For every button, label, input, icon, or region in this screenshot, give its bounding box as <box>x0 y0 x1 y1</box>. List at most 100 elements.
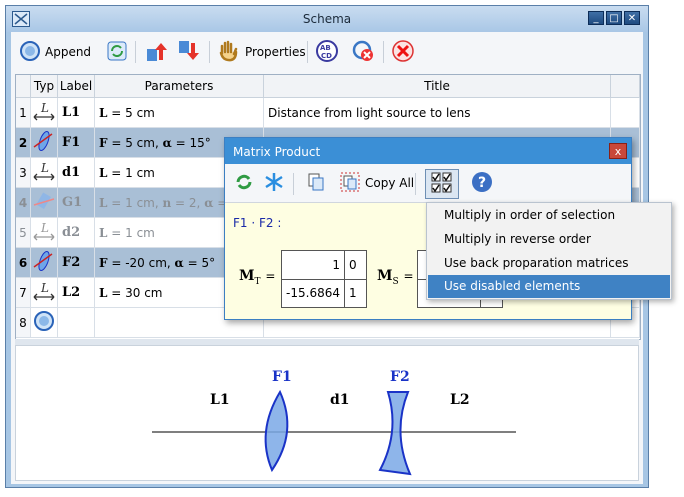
append-button[interactable]: Append <box>19 40 91 64</box>
ms-label: MS = <box>377 268 414 287</box>
row-title: Distance from light source to lens <box>263 97 611 128</box>
copy-icon <box>305 171 327 196</box>
mt-cell-12: 0 <box>349 258 357 272</box>
menu-item-back-propagation[interactable]: Use back proparation matrices <box>428 252 670 275</box>
header-typ[interactable]: Typ <box>30 75 58 98</box>
delete-icon <box>391 39 415 66</box>
row-label: L2 <box>57 277 95 308</box>
snowflake-icon <box>263 171 285 196</box>
row-label: d1 <box>57 157 95 188</box>
refresh-icon <box>233 171 255 196</box>
row-number: 4 <box>16 187 31 218</box>
optical-diagram[interactable]: L1 F1 d1 F2 L2 <box>15 345 639 481</box>
diagram-label-f1: F1 <box>272 369 292 385</box>
copy-all-button[interactable]: Copy All <box>339 171 414 195</box>
mt-cell-21: -15.6864 <box>286 286 340 300</box>
row-number: 5 <box>16 217 31 248</box>
copy-button[interactable] <box>305 171 327 195</box>
reset-button[interactable] <box>351 40 375 64</box>
header-parameters[interactable]: Parameters <box>94 75 264 98</box>
diagram-label-d1: d1 <box>330 392 350 408</box>
row-number: 7 <box>16 277 31 308</box>
row-label: G1 <box>57 187 95 218</box>
row-label <box>57 307 95 338</box>
distance-icon: L <box>30 217 58 248</box>
delete-button[interactable] <box>391 39 415 66</box>
diagram-label-f2: F2 <box>390 369 410 385</box>
mt-cell-11: 1 <box>332 258 340 272</box>
dialog-toolbar: Copy All ? <box>225 164 631 203</box>
svg-text:L: L <box>40 221 49 235</box>
mt-matrix: 1 0 -15.6864 1 <box>281 250 367 308</box>
table-row[interactable]: 1 L L1 L = 5 cm Distance from light sour… <box>16 97 640 128</box>
refresh-icon <box>105 39 129 66</box>
diagram-label-l2: L2 <box>450 392 470 408</box>
svg-text:L: L <box>40 281 49 295</box>
properties-label: Properties <box>245 45 306 59</box>
svg-text:CD: CD <box>321 52 332 60</box>
window-title: Schema <box>302 12 352 26</box>
options-dropdown-menu: Multiply in order of selection Multiply … <box>426 202 672 300</box>
dialog-title: Matrix Product <box>233 145 321 159</box>
svg-text:L: L <box>40 161 49 175</box>
help-icon: ? <box>471 171 493 196</box>
abc-icon: AB CD <box>315 39 339 66</box>
header-label[interactable]: Label <box>57 75 95 98</box>
diagram-label-l1: L1 <box>210 392 230 408</box>
distance-icon: L <box>30 277 58 308</box>
row-number: 2 <box>16 127 31 158</box>
diverging-lens-shape <box>378 391 412 476</box>
refresh-button[interactable] <box>105 40 129 64</box>
move-up-icon <box>145 39 169 66</box>
minimize-button[interactable]: _ <box>588 11 604 25</box>
row-number: 8 <box>16 307 31 338</box>
glass-icon <box>30 187 58 218</box>
move-up-button[interactable] <box>145 40 169 64</box>
dialog-title-bar[interactable]: Matrix Product x <box>225 138 631 164</box>
distance-icon: L <box>30 97 58 128</box>
help-button[interactable]: ? <box>471 171 493 195</box>
menu-item-reverse-order[interactable]: Multiply in reverse order <box>428 228 670 251</box>
properties-button[interactable]: Properties <box>217 40 306 64</box>
row-number: 6 <box>16 247 31 278</box>
row-label: d2 <box>57 217 95 248</box>
optical-axis-drawing <box>152 389 516 476</box>
table-header: Typ Label Parameters Title <box>16 75 640 98</box>
row-number: 1 <box>16 97 31 128</box>
lens-icon <box>30 127 58 158</box>
close-button[interactable]: ✕ <box>624 11 640 25</box>
hand-icon <box>217 39 241 66</box>
dialog-refresh-button[interactable] <box>233 171 255 195</box>
row-parameters: L = 5 cm <box>94 97 264 128</box>
move-down-button[interactable] <box>177 40 201 64</box>
rename-labels-button[interactable]: AB CD <box>315 39 339 66</box>
header-title[interactable]: Title <box>263 75 611 98</box>
mt-label: MT = <box>239 268 276 287</box>
append-icon <box>19 40 41 65</box>
copy-all-label: Copy All <box>365 176 415 190</box>
converging-lens-shape <box>264 389 289 473</box>
row-label: F1 <box>57 127 95 158</box>
options-dropdown-button[interactable] <box>425 169 459 199</box>
menu-item-order-of-selection[interactable]: Multiply in order of selection <box>428 204 670 227</box>
menu-item-disabled-elements[interactable]: Use disabled elements <box>428 275 670 298</box>
lens-icon <box>30 247 58 278</box>
title-bar[interactable]: Schema _ □ ✕ <box>6 6 648 32</box>
svg-text:AB: AB <box>320 44 331 52</box>
freeze-button[interactable] <box>263 171 285 195</box>
row-label: F2 <box>57 247 95 278</box>
mt-cell-22: 1 <box>349 286 357 300</box>
maximize-button[interactable]: □ <box>606 11 622 25</box>
main-toolbar: Append Properties AB CD <box>11 32 643 72</box>
copy-all-icon <box>339 171 361 196</box>
append-label: Append <box>45 45 92 59</box>
dialog-close-button[interactable]: x <box>609 143 627 159</box>
svg-text:?: ? <box>478 175 486 191</box>
product-expression: F1 · F2 : <box>233 216 282 230</box>
svg-text:L: L <box>40 101 49 115</box>
output-icon <box>30 307 58 338</box>
checklist-icon <box>430 171 454 198</box>
row-number: 3 <box>16 157 31 188</box>
row-label: L1 <box>57 97 95 128</box>
move-down-icon <box>177 39 201 66</box>
